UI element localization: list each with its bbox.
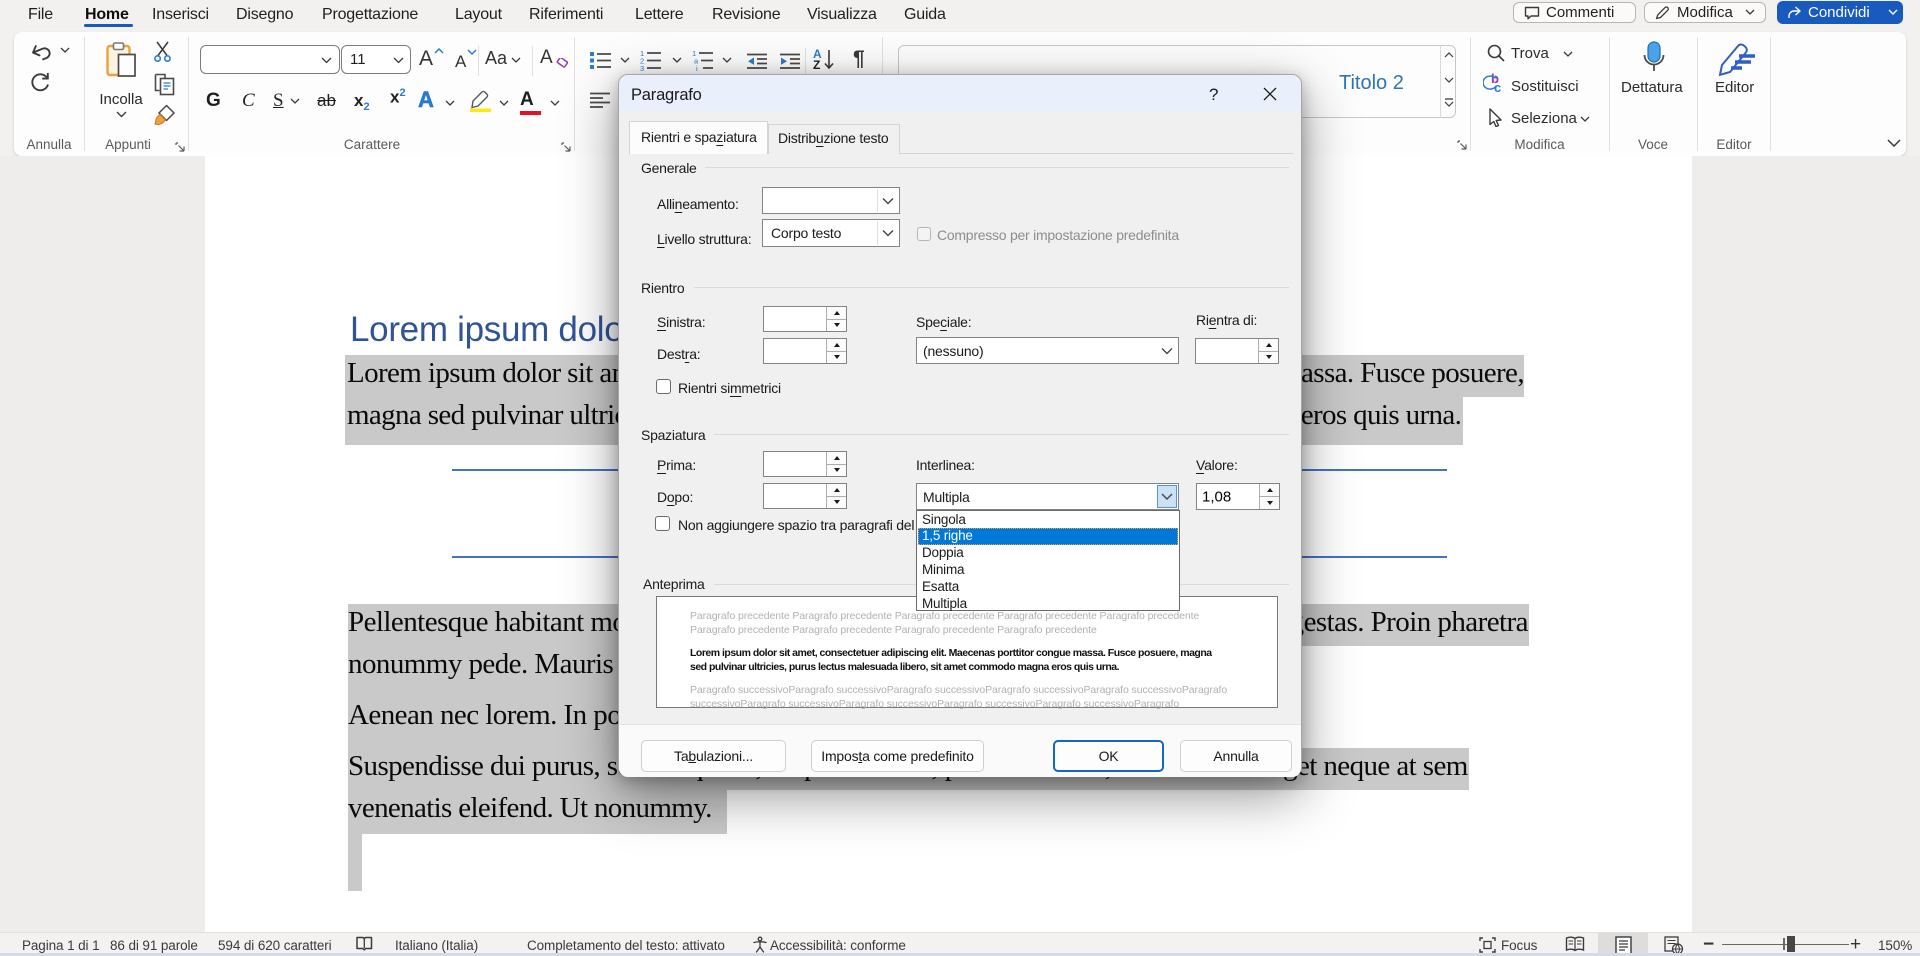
svg-text:3: 3	[640, 64, 644, 71]
